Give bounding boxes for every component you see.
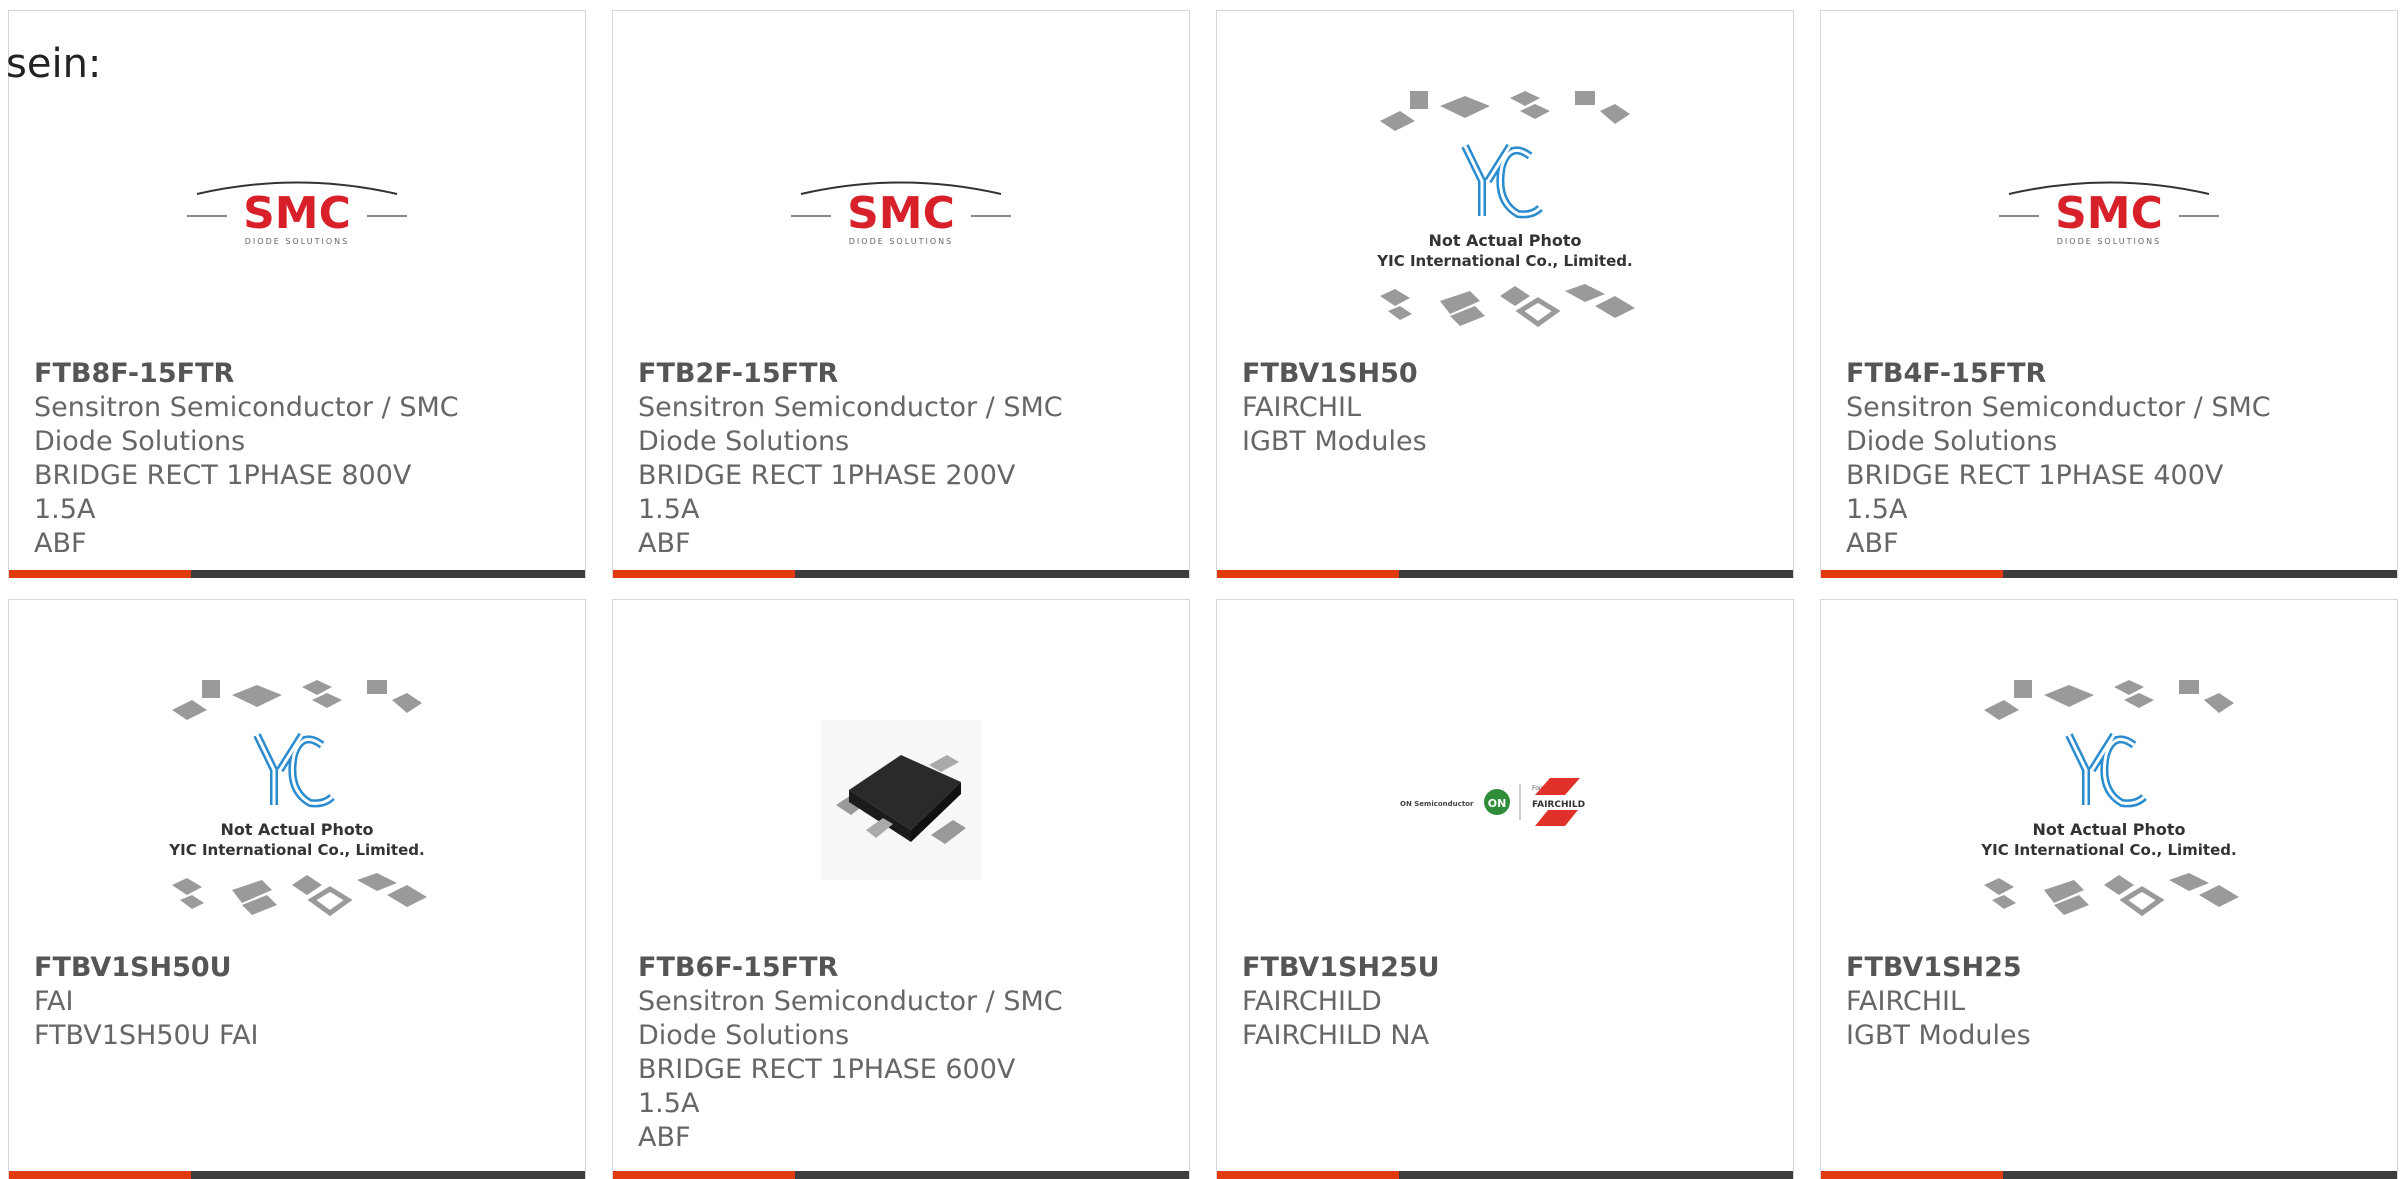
description: IGBT Modules <box>1242 426 1427 457</box>
manufacturer: FAIRCHILD <box>1242 986 1382 1017</box>
svg-text:YIC International Co., Limited: YIC International Co., Limited. <box>1376 252 1632 270</box>
manufacturer: Sensitron Semiconductor / SMC <box>1846 392 2271 423</box>
svg-text:Not Actual Photo: Not Actual Photo <box>2032 820 2185 839</box>
svg-text:SMC: SMC <box>243 188 351 239</box>
product-image[interactable]: SMC DIODE SOLUTIONS <box>613 61 1189 361</box>
smc-logo-icon: SMC DIODE SOLUTIONS <box>791 181 1011 246</box>
svg-text:Not Actual Photo: Not Actual Photo <box>1428 231 1581 250</box>
package: ABF <box>638 1122 691 1153</box>
manufacturer-line2: Diode Solutions <box>1846 426 2058 457</box>
product-card[interactable]: FTB6F-15FTR Sensitron Semiconductor / SM… <box>612 599 1190 1179</box>
svg-text:DIODE SOLUTIONS: DIODE SOLUTIONS <box>245 237 349 246</box>
description: BRIDGE RECT 1PHASE 800V 1.5A <box>34 460 412 525</box>
manufacturer-line2: Diode Solutions <box>34 426 246 457</box>
product-image[interactable]: SMC DIODE SOLUTIONS <box>1821 61 2397 361</box>
manufacturer: FAIRCHIL <box>1846 986 1966 1017</box>
manufacturer: Sensitron Semiconductor / SMC <box>638 986 1063 1017</box>
card-bar-accent <box>1821 570 2003 578</box>
part-number[interactable]: FTBV1SH50U <box>34 951 465 985</box>
yic-placeholder-icon: Not Actual Photo YIC International Co., … <box>168 680 427 917</box>
description: FAIRCHILD NA <box>1242 1020 1430 1051</box>
card-bar <box>1217 1171 1793 1179</box>
manufacturer: Sensitron Semiconductor / SMC <box>638 392 1063 423</box>
card-bar <box>613 570 1189 578</box>
card-bar <box>9 570 585 578</box>
product-card[interactable]: Not Actual Photo YIC International Co., … <box>1820 599 2398 1179</box>
yic-placeholder-icon: Not Actual Photo YIC International Co., … <box>1376 91 1635 328</box>
manufacturer: FAIRCHIL <box>1242 392 1362 423</box>
product-card[interactable]: Not Actual Photo YIC International Co., … <box>1216 10 1794 578</box>
svg-text:YIC International Co., Limited: YIC International Co., Limited. <box>1980 841 2236 859</box>
manufacturer-line2: Diode Solutions <box>638 1020 850 1051</box>
svg-text:FAIRCHILD: FAIRCHILD <box>1532 800 1585 810</box>
part-number[interactable]: FTBV1SH25U <box>1242 951 1673 985</box>
description: BRIDGE RECT 1PHASE 600V 1.5A <box>638 1054 1016 1119</box>
manufacturer: Sensitron Semiconductor / SMC <box>34 392 459 423</box>
product-image[interactable]: Not Actual Photo YIC International Co., … <box>1217 61 1793 361</box>
card-bar <box>1821 1171 2397 1179</box>
card-bar-accent <box>1821 1171 2003 1179</box>
package: ABF <box>638 528 691 559</box>
card-bar <box>9 1171 585 1179</box>
product-card[interactable]: SMC DIODE SOLUTIONS FTB4F-15FTR Sensitro… <box>1820 10 2398 578</box>
component-photo-icon <box>821 720 981 880</box>
part-number[interactable]: FTB8F-15FTR <box>34 357 465 391</box>
part-number[interactable]: FTB4F-15FTR <box>1846 357 2277 391</box>
svg-text:ON: ON <box>1488 797 1507 810</box>
yic-placeholder-icon: Not Actual Photo YIC International Co., … <box>1980 680 2239 917</box>
svg-text:ON Semiconductor: ON Semiconductor <box>1400 800 1474 808</box>
svg-text:DIODE SOLUTIONS: DIODE SOLUTIONS <box>849 237 953 246</box>
product-image[interactable]: Not Actual Photo YIC International Co., … <box>9 650 585 950</box>
package: ABF <box>34 528 87 559</box>
description: BRIDGE RECT 1PHASE 400V 1.5A <box>1846 460 2224 525</box>
card-bar-accent <box>1217 1171 1399 1179</box>
svg-text:SMC: SMC <box>847 188 955 239</box>
part-number[interactable]: FTBV1SH50 <box>1242 357 1673 391</box>
card-bar <box>1217 570 1793 578</box>
card-bar-accent <box>1217 570 1399 578</box>
card-bar <box>613 1171 1189 1179</box>
description: BRIDGE RECT 1PHASE 200V 1.5A <box>638 460 1016 525</box>
product-card[interactable]: Not Actual Photo YIC International Co., … <box>8 599 586 1179</box>
product-image[interactable] <box>613 650 1189 950</box>
product-card[interactable]: SMC DIODE SOLUTIONS FTB8F-15FTR Sensitro… <box>8 10 586 578</box>
product-image[interactable]: Not Actual Photo YIC International Co., … <box>1821 650 2397 950</box>
card-bar-accent <box>9 570 191 578</box>
product-image[interactable]: SMC DIODE SOLUTIONS <box>9 61 585 361</box>
svg-text:DIODE SOLUTIONS: DIODE SOLUTIONS <box>2057 237 2161 246</box>
description: IGBT Modules <box>1846 1020 2031 1051</box>
package: ABF <box>1846 528 1899 559</box>
svg-text:SMC: SMC <box>2055 188 2163 239</box>
svg-text:Not Actual Photo: Not Actual Photo <box>220 820 373 839</box>
manufacturer: FAI <box>34 986 74 1017</box>
lead-text: sein: <box>6 41 102 87</box>
product-image[interactable]: ON Semiconductor ON Formerly FAIRCHILD <box>1217 650 1793 950</box>
onsemi-fairchild-logo-icon: ON Semiconductor ON Formerly FAIRCHILD <box>1400 778 1585 826</box>
part-number[interactable]: FTBV1SH25 <box>1846 951 2277 985</box>
card-bar-accent <box>613 1171 795 1179</box>
card-bar-accent <box>9 1171 191 1179</box>
part-number[interactable]: FTB6F-15FTR <box>638 951 1069 985</box>
card-bar-accent <box>613 570 795 578</box>
description: FTBV1SH50U FAI <box>34 1020 259 1051</box>
manufacturer-line2: Diode Solutions <box>638 426 850 457</box>
svg-text:YIC International Co., Limited: YIC International Co., Limited. <box>168 841 424 859</box>
product-card[interactable]: ON Semiconductor ON Formerly FAIRCHILD F… <box>1216 599 1794 1179</box>
smc-logo-icon: SMC DIODE SOLUTIONS <box>1999 181 2219 246</box>
part-number[interactable]: FTB2F-15FTR <box>638 357 1069 391</box>
smc-logo-icon: SMC DIODE SOLUTIONS <box>187 181 407 246</box>
card-bar <box>1821 570 2397 578</box>
product-grid: SMC DIODE SOLUTIONS FTB8F-15FTR Sensitro… <box>0 0 2400 1179</box>
product-card[interactable]: SMC DIODE SOLUTIONS FTB2F-15FTR Sensitro… <box>612 10 1190 578</box>
